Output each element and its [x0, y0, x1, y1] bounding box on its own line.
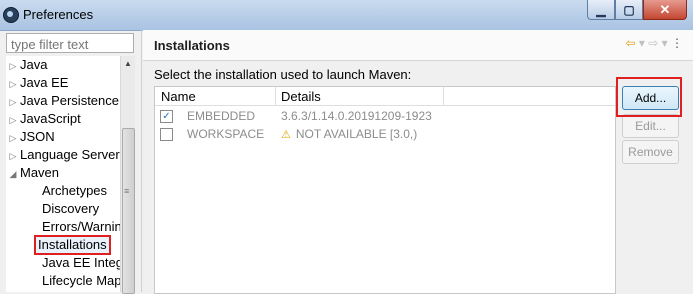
window-title: Preferences [23, 7, 94, 22]
forward-arrow-icon[interactable]: ⇨ [648, 36, 658, 50]
tree-item-javascript[interactable]: ▷ JavaScript [6, 110, 81, 128]
tree-item-label: Java EE [20, 75, 69, 90]
installation-details-cell: ⚠ NOT AVAILABLE [3.0,) [281, 127, 417, 141]
installations-table: Name Details ✓ EMBEDDED 3.6.3/1.14.0.201… [154, 86, 616, 294]
back-arrow-icon[interactable]: ⇦ [625, 36, 635, 50]
tree-item-language-server[interactable]: ▷ Language Server [6, 146, 120, 164]
expand-arrow-icon[interactable]: ▷ [6, 57, 20, 75]
installation-name: WORKSPACE [187, 127, 265, 141]
page-title: Installations [154, 38, 230, 53]
page-navigation: ⇦ ▾ ⇨ ▾ ⋮ [625, 36, 683, 50]
collapse-arrow-icon[interactable]: ◢ [6, 165, 20, 183]
expand-arrow-icon[interactable]: ▷ [6, 111, 20, 129]
tree-item-label: Java EE Integra [42, 255, 120, 270]
tree-item-label: Java Persistence [20, 93, 119, 108]
column-header-name[interactable]: Name [161, 89, 196, 104]
tree-item-java[interactable]: ▷ Java [6, 56, 48, 75]
remove-button[interactable]: Remove [622, 140, 679, 164]
preference-tree: ▷ Java ▷ Java EE ▷ Java Persistence ▷ JavaSc… [6, 56, 120, 292]
tree-item-label: Installations [38, 237, 107, 252]
table-row[interactable]: WORKSPACE ⚠ NOT AVAILABLE [3.0,) [155, 125, 615, 143]
tree-item-label: Maven [20, 165, 60, 180]
tree-item-label: Errors/Warnin [42, 219, 120, 234]
tree-item-lifecycle-mappings[interactable]: Lifecycle Map [42, 272, 120, 290]
installation-name: EMBEDDED [187, 109, 256, 123]
tree-item-installations[interactable]: Installations [34, 235, 111, 255]
expand-arrow-icon[interactable]: ▷ [6, 75, 20, 93]
column-header-details[interactable]: Details [281, 89, 321, 104]
tree-item-java-persistence[interactable]: ▷ Java Persistence [6, 92, 119, 110]
installation-details: 3.6.3/1.14.0.20191209-1923 [281, 109, 432, 123]
installation-checkbox[interactable]: ✓ [160, 110, 173, 123]
installations-prompt: Select the installation used to launch M… [154, 67, 412, 82]
tree-item-maven[interactable]: ◢ Maven [6, 164, 60, 183]
window-titlebar: Preferences ▁ ▢ ✕ [0, 0, 693, 31]
installation-checkbox[interactable] [160, 128, 173, 141]
tree-item-label: JavaScript [20, 111, 81, 126]
panel-divider[interactable] [141, 30, 142, 292]
expand-arrow-icon[interactable]: ▷ [6, 147, 20, 165]
scroll-up-icon[interactable]: ▲ [124, 59, 132, 68]
column-separator[interactable] [443, 87, 444, 105]
table-row[interactable]: ✓ EMBEDDED 3.6.3/1.14.0.20191209-1923 [155, 107, 615, 125]
tree-item-errors-warnings[interactable]: Errors/Warnin [42, 218, 120, 236]
add-button-highlight [616, 77, 682, 117]
forward-menu-chevron-icon[interactable]: ▾ [662, 36, 668, 50]
eclipse-app-icon [3, 7, 19, 23]
filter-input[interactable] [6, 33, 134, 53]
tree-item-label: Lifecycle Map [42, 273, 120, 288]
back-menu-chevron-icon[interactable]: ▾ [639, 36, 645, 50]
warning-icon: ⚠ [281, 129, 291, 141]
expand-arrow-icon[interactable]: ▷ [6, 93, 20, 111]
view-menu-icon[interactable]: ⋮ [671, 36, 683, 50]
tree-item-archetypes[interactable]: Archetypes [42, 182, 107, 200]
tree-item-label: Language Server [20, 147, 120, 162]
page-header: Installations ⇦ ▾ ⇨ ▾ ⋮ [143, 30, 693, 61]
expand-arrow-icon[interactable]: ▷ [6, 129, 20, 147]
tree-item-label: Java [20, 57, 48, 72]
tree-item-java-ee[interactable]: ▷ Java EE [6, 74, 69, 93]
maximize-button[interactable]: ▢ [615, 0, 643, 20]
tree-scrollbar[interactable]: ▲ ≡ [120, 56, 135, 294]
scrollbar-grip-icon: ≡ [124, 186, 130, 196]
window-controls: ▁ ▢ ✕ [587, 0, 687, 20]
close-button[interactable]: ✕ [643, 0, 687, 20]
edit-button[interactable]: Edit... [622, 114, 679, 138]
tree-item-label: Discovery [42, 201, 100, 216]
minimize-button[interactable]: ▁ [587, 0, 615, 20]
scrollbar-thumb[interactable] [122, 128, 135, 294]
tree-item-java-ee-integration[interactable]: Java EE Integra [42, 254, 120, 272]
tree-item-discovery[interactable]: Discovery [42, 200, 99, 218]
table-header: Name Details [155, 87, 615, 106]
tree-item-json[interactable]: ▷ JSON [6, 128, 55, 146]
installation-details: NOT AVAILABLE [3.0,) [295, 127, 418, 141]
tree-item-label: JSON [20, 129, 55, 144]
tree-item-label: Archetypes [42, 183, 108, 198]
column-separator[interactable] [275, 87, 276, 105]
